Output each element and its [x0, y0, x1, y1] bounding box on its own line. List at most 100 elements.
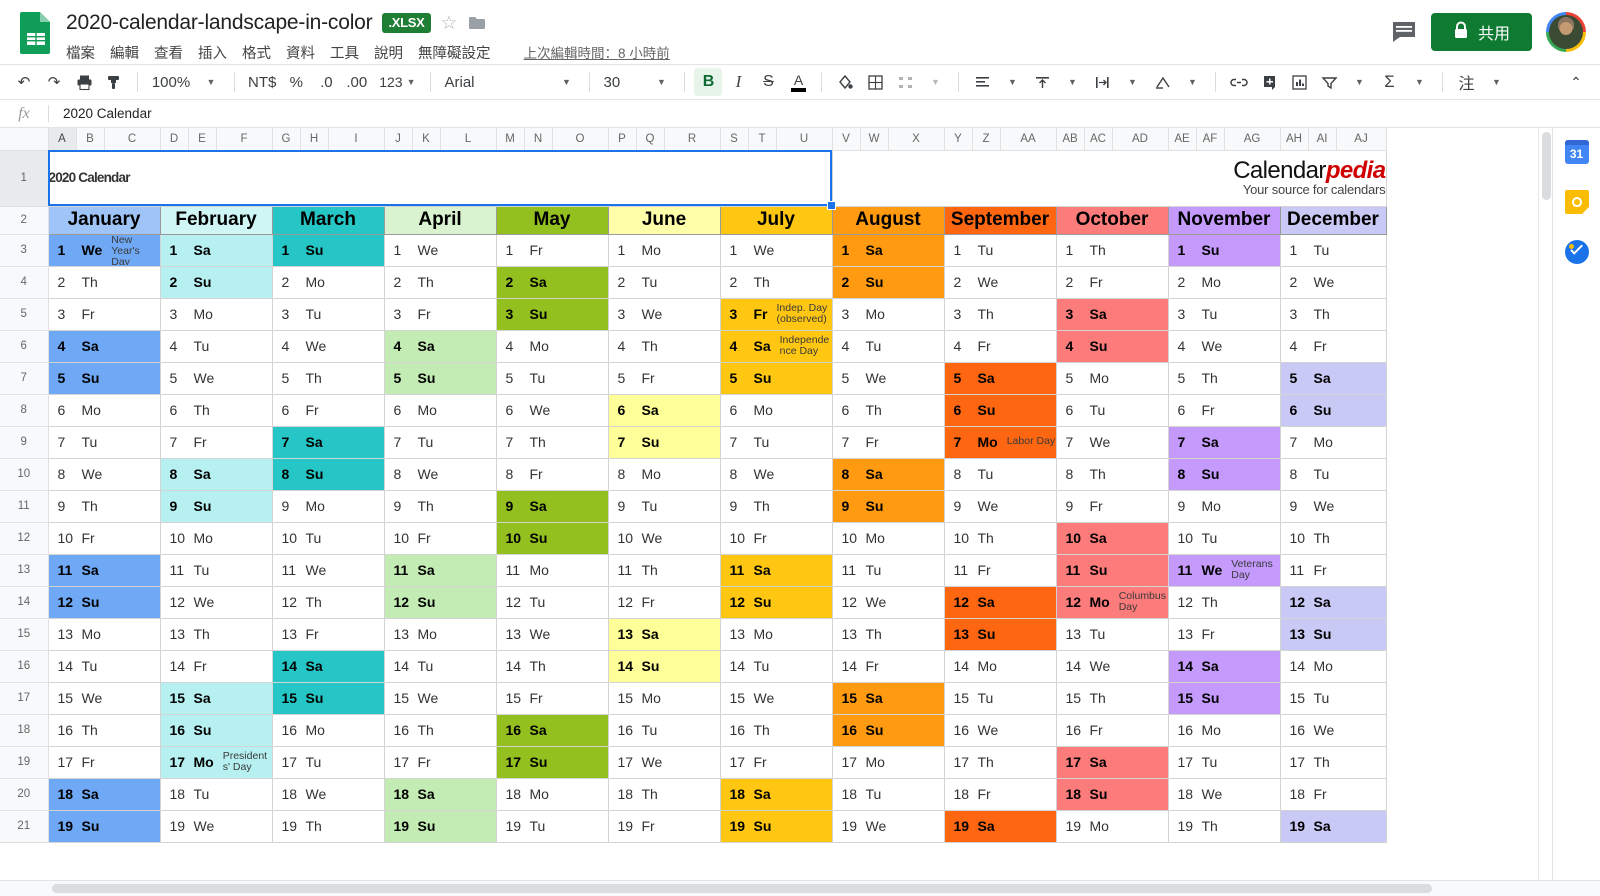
calendar-day-cell[interactable]: 19 Mo	[1055, 809, 1169, 843]
calendar-day-cell[interactable]: 11 We Veterans Day	[1167, 553, 1281, 587]
menu-file[interactable]: 檔案	[66, 42, 95, 63]
column-header-AH[interactable]: AH	[1279, 128, 1309, 151]
calendar-day-cell[interactable]: 2 Mo	[1167, 265, 1281, 299]
calendar-day-cell[interactable]: 19 Th	[1167, 809, 1281, 843]
column-header-Y[interactable]: Y	[943, 128, 973, 151]
row-header-12[interactable]: 12	[0, 521, 49, 555]
calendar-day-cell[interactable]: 7 We	[1055, 425, 1169, 459]
column-header-W[interactable]: W	[859, 128, 889, 151]
calendar-day-cell[interactable]: 5 Su	[719, 361, 833, 395]
formula-input[interactable]: 2020 Calendar	[49, 106, 1600, 121]
calendar-day-cell[interactable]: 3 Tu	[1167, 297, 1281, 331]
calendar-day-cell[interactable]: 8 Sa	[159, 457, 273, 491]
calendar-day-cell[interactable]: 18 Tu	[159, 777, 273, 811]
calendar-day-cell[interactable]: 14 Mo	[943, 649, 1057, 683]
calendar-day-cell[interactable]: 9 Su	[831, 489, 945, 523]
calendar-day-cell[interactable]: 13 Fr	[1167, 617, 1281, 651]
select-all-corner[interactable]	[0, 128, 49, 151]
calendar-day-cell[interactable]: 10 Mo	[831, 521, 945, 555]
calendar-day-cell[interactable]: 13 Su	[1279, 617, 1387, 651]
row-header-21[interactable]: 21	[0, 809, 49, 843]
calendar-day-cell[interactable]: 18 Fr	[1279, 777, 1387, 811]
calendar-day-cell[interactable]: 19 We	[159, 809, 273, 843]
redo-button[interactable]: ↷	[40, 68, 68, 96]
vertical-align-icon[interactable]	[1028, 68, 1056, 96]
google-tasks-icon[interactable]	[1564, 240, 1589, 264]
calendar-day-cell[interactable]: 16 We	[1279, 713, 1387, 747]
column-header-S[interactable]: S	[719, 128, 749, 151]
calendar-day-cell[interactable]: 3 Fr	[383, 297, 497, 331]
menu-view[interactable]: 查看	[154, 42, 183, 63]
calendar-day-cell[interactable]: 12 We	[159, 585, 273, 619]
calendar-day-cell[interactable]: 16 Th	[47, 713, 161, 747]
calendar-day-cell[interactable]: 11 Tu	[831, 553, 945, 587]
calendar-day-cell[interactable]: 14 Sa	[271, 649, 385, 683]
calendar-day-cell[interactable]: 12 We	[831, 585, 945, 619]
row-header-13[interactable]: 13	[0, 553, 49, 587]
font-size-select[interactable]: 30	[599, 68, 645, 96]
calendar-day-cell[interactable]: 12 Th	[271, 585, 385, 619]
calendar-day-cell[interactable]: 8 We	[719, 457, 833, 491]
column-header-O[interactable]: O	[551, 128, 609, 151]
fill-color-icon[interactable]	[831, 68, 859, 96]
column-header-Q[interactable]: Q	[635, 128, 665, 151]
calendar-day-cell[interactable]: 1 Mo	[607, 233, 721, 267]
month-header-march[interactable]: March	[271, 205, 385, 235]
month-header-june[interactable]: June	[607, 205, 721, 235]
undo-button[interactable]: ↶	[10, 68, 38, 96]
calendar-day-cell[interactable]: 18 Sa	[383, 777, 497, 811]
comment-icon[interactable]	[1391, 20, 1417, 44]
calendar-day-cell[interactable]: 1 We New Year's Day	[47, 233, 161, 267]
month-header-october[interactable]: October	[1055, 205, 1169, 235]
calendar-day-cell[interactable]: 18 Tu	[831, 777, 945, 811]
calendar-day-cell[interactable]: 7 Fr	[159, 425, 273, 459]
calendar-day-cell[interactable]: 3 Th	[1279, 297, 1387, 331]
document-title[interactable]: 2020-calendar-landscape-in-color	[66, 11, 373, 35]
rotation-caret-icon[interactable]: ▼	[1178, 68, 1206, 96]
calendar-day-cell[interactable]: 14 Fr	[831, 649, 945, 683]
calendar-day-cell[interactable]: 11 Su	[1055, 553, 1169, 587]
calendar-day-cell[interactable]: 19 Sa	[943, 809, 1057, 843]
calendar-day-cell[interactable]: 16 Su	[159, 713, 273, 747]
merge-cells-icon[interactable]	[891, 68, 919, 96]
calendar-day-cell[interactable]: 19 Tu	[495, 809, 609, 843]
number-format-menu[interactable]: 123 ▼	[373, 68, 421, 96]
sum-icon[interactable]: Σ	[1375, 68, 1403, 96]
calendar-day-cell[interactable]: 19 Su	[719, 809, 833, 843]
calendar-day-cell[interactable]: 14 Th	[495, 649, 609, 683]
calendar-day-cell[interactable]: 9 Fr	[1055, 489, 1169, 523]
menu-edit[interactable]: 編輯	[110, 42, 139, 63]
calendar-day-cell[interactable]: 18 Mo	[495, 777, 609, 811]
column-header-Z[interactable]: Z	[971, 128, 1001, 151]
calendar-day-cell[interactable]: 5 Mo	[1055, 361, 1169, 395]
row-header-14[interactable]: 14	[0, 585, 49, 619]
calendar-day-cell[interactable]: 6 Su	[943, 393, 1057, 427]
column-header-T[interactable]: T	[747, 128, 777, 151]
calendar-day-cell[interactable]: 8 Mo	[607, 457, 721, 491]
sum-caret-icon[interactable]: ▼	[1405, 68, 1433, 96]
column-header-B[interactable]: B	[75, 128, 105, 151]
horizontal-align-icon[interactable]	[968, 68, 996, 96]
zoom-caret-icon[interactable]: ▼	[197, 68, 225, 96]
calendar-day-cell[interactable]: 16 Mo	[1167, 713, 1281, 747]
calendar-day-cell[interactable]: 10 Mo	[159, 521, 273, 555]
calendar-day-cell[interactable]: 9 Th	[383, 489, 497, 523]
paint-format-icon[interactable]	[100, 68, 128, 96]
calendar-day-cell[interactable]: 1 Su	[271, 233, 385, 267]
calendar-day-cell[interactable]: 19 Th	[271, 809, 385, 843]
calendar-day-cell[interactable]: 13 Mo	[383, 617, 497, 651]
calendar-day-cell[interactable]: 17 Sa	[1055, 745, 1169, 779]
column-header-AC[interactable]: AC	[1083, 128, 1113, 151]
last-edit-link[interactable]: 上次編輯時間：8 小時前	[524, 42, 670, 62]
column-header-X[interactable]: X	[887, 128, 945, 151]
column-header-C[interactable]: C	[103, 128, 161, 151]
calendar-day-cell[interactable]: 4 Sa Independence Day	[719, 329, 833, 363]
avatar[interactable]	[1546, 12, 1586, 52]
calendar-day-cell[interactable]: 15 Tu	[943, 681, 1057, 715]
calendar-day-cell[interactable]: 6 We	[495, 393, 609, 427]
calendar-day-cell[interactable]: 5 Su	[47, 361, 161, 395]
calendar-day-cell[interactable]: 13 Su	[943, 617, 1057, 651]
calendar-day-cell[interactable]: 14 Sa	[1167, 649, 1281, 683]
column-header-I[interactable]: I	[327, 128, 385, 151]
calendar-day-cell[interactable]: 4 Th	[607, 329, 721, 363]
